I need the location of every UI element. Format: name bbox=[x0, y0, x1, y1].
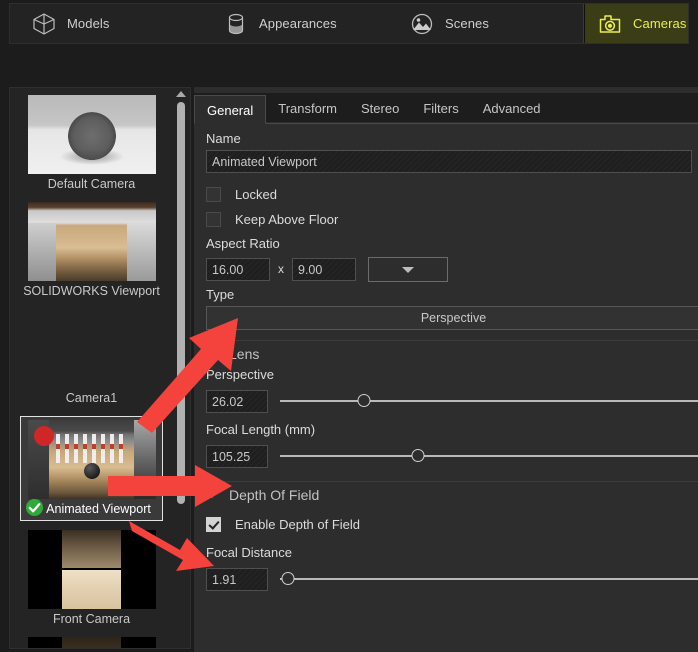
perspective-label: Perspective bbox=[194, 367, 698, 386]
slider-track bbox=[280, 455, 698, 457]
aspect-ratio-label: Aspect Ratio bbox=[194, 232, 698, 255]
lens-section-header[interactable]: Lens bbox=[194, 340, 698, 367]
camera-list-item[interactable] bbox=[20, 637, 163, 649]
camera-list-panel: Default Camera SOLIDWORKS Viewport Camer… bbox=[9, 87, 191, 649]
keep-above-floor-checkbox[interactable] bbox=[206, 212, 221, 227]
camera-thumbnail bbox=[28, 95, 156, 174]
camera-item-label: Front Camera bbox=[20, 609, 163, 628]
top-tab-scenes[interactable]: Scenes bbox=[388, 4, 584, 43]
camera-properties-panel: General Transform Stereo Filters Advance… bbox=[194, 87, 698, 652]
perspective-row: 26.02 bbox=[194, 386, 698, 416]
focal-distance-slider[interactable] bbox=[280, 572, 698, 586]
camera-thumbnail bbox=[28, 202, 156, 281]
slider-handle[interactable] bbox=[411, 449, 424, 462]
top-tab-appearances[interactable]: Appearances bbox=[202, 4, 388, 43]
scroll-up-arrow-icon[interactable] bbox=[176, 91, 186, 97]
camera-item-label: Default Camera bbox=[20, 174, 163, 193]
bowling-ball-art bbox=[84, 463, 100, 479]
top-tab-models-label: Models bbox=[67, 16, 110, 31]
camera-thumbnail bbox=[28, 530, 156, 609]
aspect-ratio-separator: x bbox=[270, 262, 292, 276]
tab-filters[interactable]: Filters bbox=[411, 94, 470, 123]
active-check-icon bbox=[25, 498, 44, 517]
name-label: Name bbox=[194, 123, 698, 150]
aspect-ratio-width-input[interactable]: 16.00 bbox=[206, 258, 270, 281]
type-value: Perspective bbox=[421, 311, 486, 325]
type-label: Type bbox=[194, 283, 698, 306]
general-tab-content: Name Animated Viewport Locked Keep Above… bbox=[194, 123, 698, 594]
slider-handle[interactable] bbox=[282, 572, 295, 585]
camera-thumbnail bbox=[28, 420, 156, 499]
top-tab-strip: Models Appearances Scenes bbox=[9, 3, 689, 44]
name-input[interactable]: Animated Viewport bbox=[206, 150, 692, 173]
camera-list-item[interactable]: Default Camera bbox=[20, 95, 163, 193]
camera-list-scrollbar[interactable] bbox=[173, 88, 188, 648]
lens-section-title: Lens bbox=[229, 346, 259, 362]
recording-indicator-icon bbox=[34, 426, 54, 446]
focal-distance-row: 1.91 bbox=[194, 564, 698, 594]
enable-depth-of-field-label: Enable Depth of Field bbox=[235, 517, 360, 532]
scrollbar-thumb[interactable] bbox=[177, 102, 185, 504]
aspect-ratio-preset-dropdown[interactable] bbox=[368, 257, 448, 282]
focal-length-slider[interactable] bbox=[280, 449, 698, 463]
camera-thumbnail bbox=[28, 309, 156, 388]
depth-of-field-section-header[interactable]: Depth Of Field bbox=[194, 481, 698, 508]
top-tab-models[interactable]: Models bbox=[10, 4, 202, 43]
camera-thumbnail-list: Default Camera SOLIDWORKS Viewport Camer… bbox=[10, 88, 173, 648]
top-tab-cameras[interactable]: Cameras bbox=[584, 4, 688, 43]
locked-label: Locked bbox=[235, 187, 277, 202]
tab-stereo[interactable]: Stereo bbox=[349, 94, 411, 123]
camera-list-item[interactable]: Camera1 bbox=[20, 309, 163, 407]
perspective-slider[interactable] bbox=[280, 394, 698, 408]
top-tab-scenes-label: Scenes bbox=[445, 16, 489, 31]
perspective-input[interactable]: 26.02 bbox=[206, 390, 268, 413]
type-dropdown[interactable]: Perspective bbox=[206, 306, 698, 330]
image-icon bbox=[410, 12, 434, 36]
cylinder-icon bbox=[224, 12, 248, 36]
keep-above-floor-label: Keep Above Floor bbox=[235, 212, 338, 227]
top-tab-bar: Models Appearances Scenes bbox=[0, 0, 698, 84]
camera-item-label: Camera1 bbox=[20, 388, 163, 407]
camera-list-item[interactable]: Front Camera bbox=[20, 530, 163, 628]
top-tab-cameras-label: Cameras bbox=[633, 16, 686, 31]
locked-checkbox-row[interactable]: Locked bbox=[194, 182, 698, 207]
slider-track bbox=[280, 400, 698, 402]
slider-track bbox=[280, 578, 698, 580]
cube-icon bbox=[32, 12, 56, 36]
aspect-ratio-row: 16.00 x 9.00 bbox=[194, 255, 698, 283]
tab-general[interactable]: General bbox=[194, 95, 266, 124]
slider-handle[interactable] bbox=[357, 394, 370, 407]
chevron-down-icon[interactable] bbox=[207, 351, 217, 357]
camera-list-item-selected[interactable]: Animated Viewport bbox=[20, 416, 163, 521]
camera-thumbnail bbox=[28, 637, 156, 649]
bowling-pins-art bbox=[56, 434, 128, 462]
property-tab-strip: General Transform Stereo Filters Advance… bbox=[194, 93, 698, 124]
aspect-ratio-height-input[interactable]: 9.00 bbox=[292, 258, 356, 281]
enable-depth-of-field-checkbox[interactable] bbox=[206, 517, 221, 532]
camera-list-item[interactable]: SOLIDWORKS Viewport bbox=[20, 202, 163, 300]
chevron-down-icon[interactable] bbox=[207, 492, 217, 498]
keep-above-floor-checkbox-row[interactable]: Keep Above Floor bbox=[194, 207, 698, 232]
depth-of-field-section-title: Depth Of Field bbox=[229, 487, 319, 503]
locked-checkbox[interactable] bbox=[206, 187, 221, 202]
focal-length-input[interactable]: 105.25 bbox=[206, 445, 268, 468]
camera-item-label: SOLIDWORKS Viewport bbox=[20, 281, 163, 300]
top-tab-appearances-label: Appearances bbox=[259, 16, 337, 31]
focal-distance-input[interactable]: 1.91 bbox=[206, 568, 268, 591]
tab-advanced[interactable]: Advanced bbox=[471, 94, 553, 123]
camera-icon bbox=[598, 12, 622, 36]
focal-length-label: Focal Length (mm) bbox=[194, 416, 698, 441]
enable-depth-of-field-row[interactable]: Enable Depth of Field bbox=[194, 512, 698, 537]
focal-length-row: 105.25 bbox=[194, 441, 698, 471]
focal-distance-label: Focal Distance bbox=[194, 537, 698, 564]
chevron-down-icon bbox=[402, 267, 414, 273]
tab-transform[interactable]: Transform bbox=[266, 94, 349, 123]
